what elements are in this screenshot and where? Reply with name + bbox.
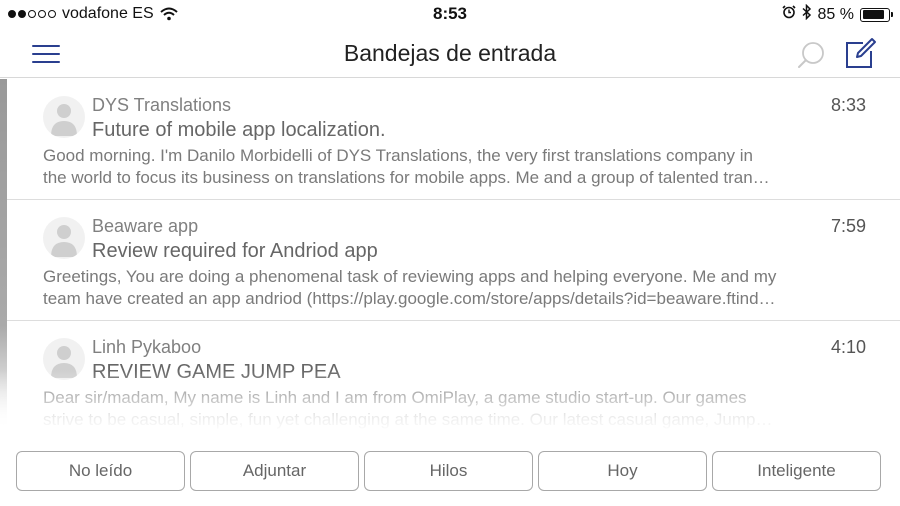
- filter-unread-button[interactable]: No leído: [16, 451, 185, 491]
- message-subject: Future of mobile app localization.: [92, 119, 386, 141]
- battery-icon: [860, 7, 893, 22]
- avatar: [43, 217, 85, 259]
- alarm-icon: [781, 5, 796, 24]
- message-preview-line: team have created an app andriod (https:…: [43, 289, 776, 308]
- message-preview-line: Good morning. I'm Danilo Morbidelli of D…: [43, 146, 753, 165]
- list-item[interactable]: Beaware app 7:59 Review required for And…: [0, 200, 900, 321]
- bluetooth-icon: [802, 3, 812, 25]
- message-preview: Dear sir/madam, My name is Linh and I am…: [43, 387, 863, 431]
- message-subject: REVIEW GAME JUMP PEA: [92, 361, 341, 383]
- filter-attachments-button[interactable]: Adjuntar: [190, 451, 359, 491]
- message-subject: Review required for Andriod app: [92, 240, 378, 262]
- message-sender: DYS Translations: [92, 95, 232, 115]
- list-item[interactable]: DYS Translations 8:33 Future of mobile a…: [0, 79, 900, 200]
- compose-icon[interactable]: [843, 37, 877, 71]
- battery-level: [862, 10, 884, 19]
- filter-smart-button[interactable]: Inteligente: [712, 451, 881, 491]
- avatar: [43, 338, 85, 380]
- status-bar: vodafone ES 8:53 85 %: [0, 0, 900, 28]
- filter-threads-button[interactable]: Hilos: [364, 451, 533, 491]
- battery-percent: 85 %: [817, 5, 854, 23]
- status-right: 85 %: [781, 3, 893, 25]
- message-sender: Linh Pykaboo: [92, 337, 202, 357]
- message-preview-line: Dear sir/madam, My name is Linh and I am…: [43, 388, 747, 407]
- message-time: 8:33: [830, 95, 866, 115]
- status-time: 8:53: [432, 4, 468, 23]
- filter-today-button[interactable]: Hoy: [538, 451, 707, 491]
- message-sender: Beaware app: [92, 216, 199, 236]
- message-preview-line: strive to be casual, simple, fun yet cha…: [43, 410, 773, 429]
- message-preview-line: the world to focus its business on trans…: [43, 168, 770, 187]
- message-time: 7:59: [830, 216, 866, 236]
- message-preview-line: Greetings, You are doing a phenomenal ta…: [43, 267, 777, 286]
- list-item[interactable]: Linh Pykaboo 4:10 REVIEW GAME JUMP PEA D…: [0, 321, 900, 431]
- message-preview: Greetings, You are doing a phenomenal ta…: [43, 266, 863, 310]
- search-icon[interactable]: [794, 39, 828, 73]
- filter-bar: No leído Adjuntar Hilos Hoy Inteligente: [0, 432, 900, 506]
- message-preview: Good morning. I'm Danilo Morbidelli of D…: [43, 145, 863, 189]
- mail-list: DYS Translations 8:33 Future of mobile a…: [0, 79, 900, 431]
- message-time: 4:10: [830, 337, 866, 357]
- page-title: Bandejas de entrada: [343, 40, 557, 66]
- navigation-bar: Bandejas de entrada: [0, 28, 900, 78]
- avatar: [43, 96, 85, 138]
